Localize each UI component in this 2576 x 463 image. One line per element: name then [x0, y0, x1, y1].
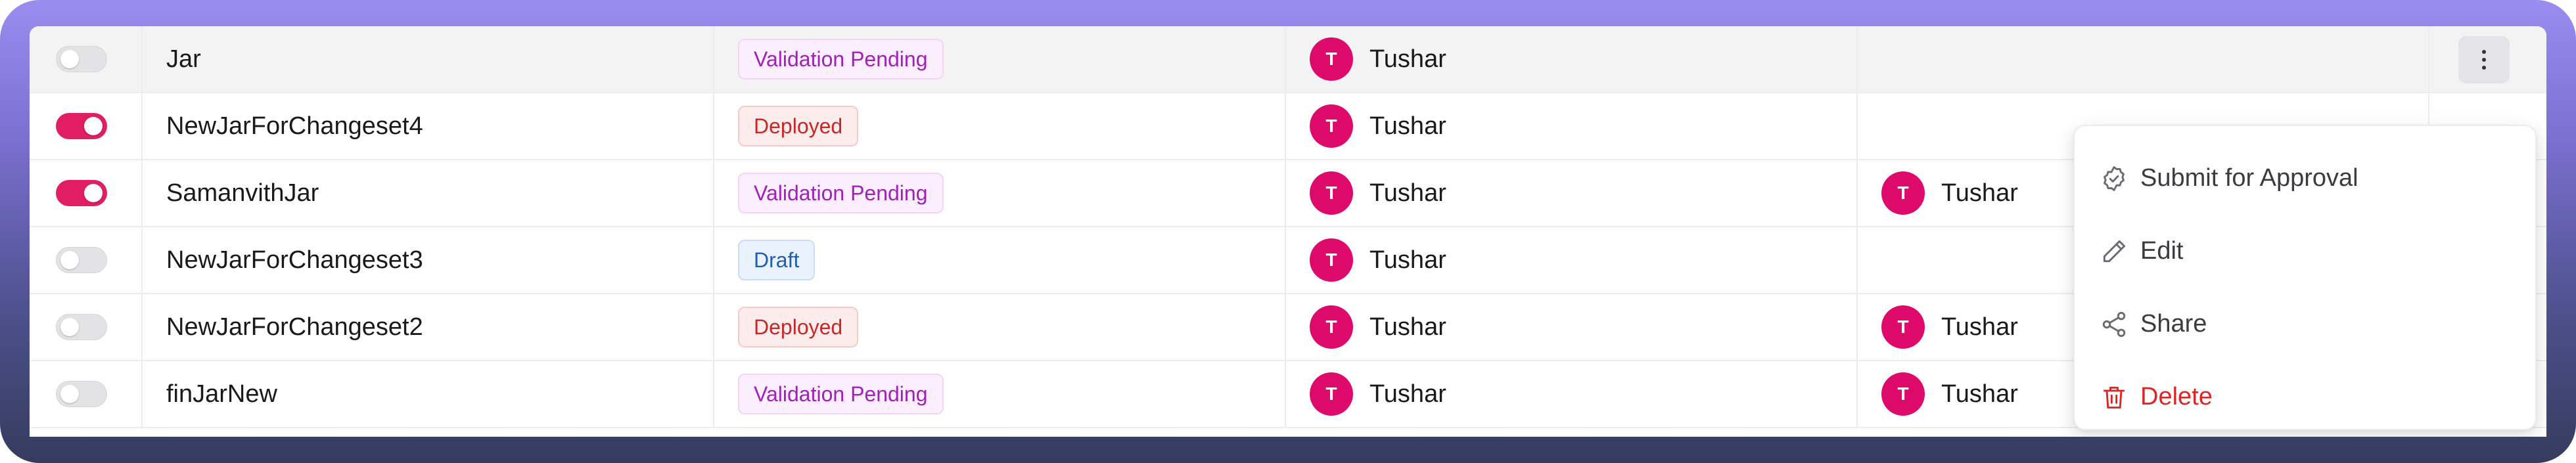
jars-table: Jar Validation Pending T Tushar NewJarFo…: [30, 26, 2546, 437]
jar-name: NewJarForChangeset3: [166, 246, 423, 274]
row-actions-button[interactable]: [2458, 36, 2510, 83]
owner-name: Tushar: [1369, 45, 1446, 73]
menu-item-label: Edit: [2140, 237, 2184, 265]
owner-name: Tushar: [1369, 380, 1446, 408]
menu-item-submit-for-approval[interactable]: Submit for Approval: [2075, 142, 2535, 215]
menu-item-label: Share: [2140, 310, 2207, 338]
owner-name: Tushar: [1369, 112, 1446, 140]
enable-toggle[interactable]: [56, 247, 107, 273]
more-vertical-icon: [2482, 48, 2486, 72]
menu-item-share[interactable]: Share: [2075, 288, 2535, 361]
avatar: T: [1310, 104, 1353, 148]
avatar: T: [1881, 171, 1925, 215]
jar-name: finJarNew: [166, 380, 277, 408]
pencil-icon: [2103, 240, 2126, 262]
window-frame: Jar Validation Pending T Tushar NewJarFo…: [0, 0, 2576, 463]
status-badge: Draft: [738, 240, 816, 280]
owner-name: Tushar: [1369, 313, 1446, 341]
status-badge: Validation Pending: [738, 173, 944, 213]
owner-name: Tushar: [1369, 246, 1446, 274]
menu-item-label: Submit for Approval: [2140, 164, 2358, 192]
menu-item-label: Delete: [2140, 383, 2213, 410]
approver-name: Tushar: [1941, 380, 2018, 408]
enable-toggle[interactable]: [56, 381, 107, 407]
enable-toggle[interactable]: [56, 180, 107, 206]
jar-name: NewJarForChangeset4: [166, 112, 423, 140]
jar-name: SamanvithJar: [166, 179, 319, 207]
status-badge: Validation Pending: [738, 39, 944, 79]
avatar: T: [1310, 171, 1353, 215]
avatar: T: [1310, 238, 1353, 282]
badge-check-icon: [2104, 165, 2125, 191]
approver-name: Tushar: [1941, 179, 2018, 207]
avatar: T: [1881, 372, 1925, 416]
avatar: T: [1881, 305, 1925, 349]
menu-item-delete[interactable]: Delete: [2075, 361, 2535, 433]
avatar: T: [1310, 37, 1353, 81]
approver-name: Tushar: [1941, 313, 2018, 341]
row-actions-menu: Submit for Approval Edit Share Delete: [2073, 125, 2537, 430]
menu-item-edit[interactable]: Edit: [2075, 215, 2535, 288]
enable-toggle[interactable]: [56, 314, 107, 340]
jar-name: Jar: [166, 45, 201, 73]
status-badge: Validation Pending: [738, 374, 944, 414]
status-badge: Deployed: [738, 106, 859, 146]
status-badge: Deployed: [738, 307, 859, 347]
avatar: T: [1310, 372, 1353, 416]
owner-name: Tushar: [1369, 179, 1446, 207]
table-row[interactable]: Jar Validation Pending T Tushar: [30, 26, 2546, 93]
trash-icon: [2103, 386, 2125, 408]
share-icon: [2102, 311, 2126, 337]
enable-toggle[interactable]: [56, 46, 107, 72]
avatar: T: [1310, 305, 1353, 349]
jar-name: NewJarForChangeset2: [166, 313, 423, 341]
enable-toggle[interactable]: [56, 113, 107, 139]
